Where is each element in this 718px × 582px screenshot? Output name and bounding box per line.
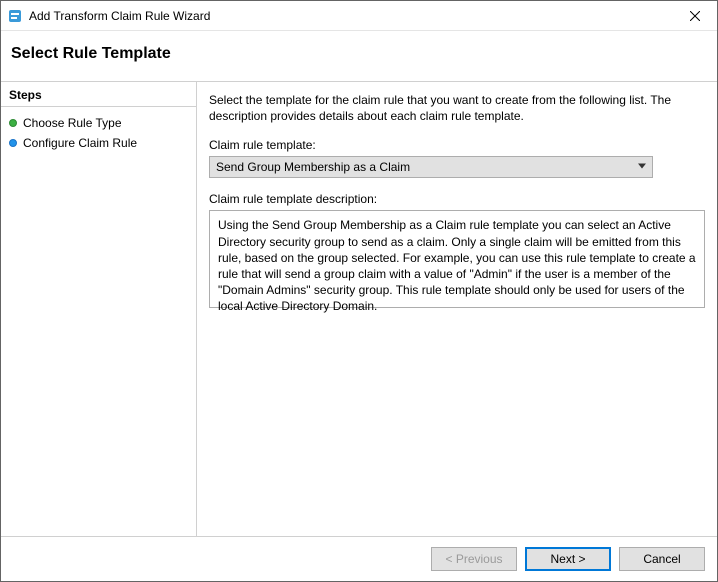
intro-text: Select the template for the claim rule t… <box>209 92 705 124</box>
description-label: Claim rule template description: <box>209 192 705 206</box>
titlebar: Add Transform Claim Rule Wizard <box>1 1 717 31</box>
page-title: Select Rule Template <box>11 45 707 63</box>
next-button[interactable]: Next > <box>525 547 611 571</box>
cancel-button[interactable]: Cancel <box>619 547 705 571</box>
wizard-window: Add Transform Claim Rule Wizard Select R… <box>0 0 718 582</box>
previous-button: < Previous <box>431 547 517 571</box>
step-label: Configure Claim Rule <box>23 136 137 150</box>
step-choose-rule-type[interactable]: Choose Rule Type <box>1 113 196 133</box>
close-button[interactable] <box>672 2 717 30</box>
steps-sidebar: Steps Choose Rule Type Configure Claim R… <box>1 82 197 536</box>
window-title: Add Transform Claim Rule Wizard <box>29 9 672 23</box>
close-icon <box>690 11 700 21</box>
steps-header: Steps <box>1 86 196 107</box>
chevron-down-icon <box>638 162 646 173</box>
body: Steps Choose Rule Type Configure Claim R… <box>1 82 717 536</box>
main-panel: Select the template for the claim rule t… <box>197 82 717 536</box>
wizard-footer: < Previous Next > Cancel <box>1 536 717 581</box>
claim-rule-template-select[interactable]: Send Group Membership as a Claim <box>209 156 653 178</box>
step-done-icon <box>9 119 17 127</box>
step-configure-claim-rule[interactable]: Configure Claim Rule <box>1 133 196 153</box>
step-label: Choose Rule Type <box>23 116 122 130</box>
template-description: Using the Send Group Membership as a Cla… <box>209 210 705 308</box>
page-header: Select Rule Template <box>1 31 717 82</box>
app-icon <box>7 8 23 24</box>
template-label: Claim rule template: <box>209 138 705 152</box>
select-value: Send Group Membership as a Claim <box>216 160 410 174</box>
step-current-icon <box>9 139 17 147</box>
